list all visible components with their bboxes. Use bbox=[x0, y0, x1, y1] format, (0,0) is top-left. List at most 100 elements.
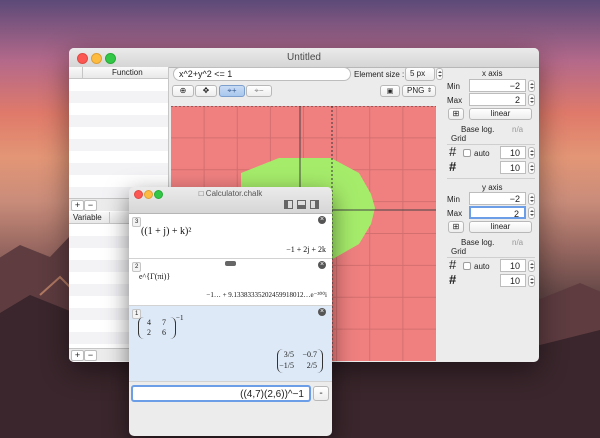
window-title: Untitled bbox=[287, 52, 321, 63]
delete-entry-icon[interactable]: × bbox=[318, 308, 326, 316]
element-size-value: 5 px bbox=[410, 69, 426, 78]
y-auto-checkbox[interactable] bbox=[463, 262, 471, 270]
x-scale-value: linear bbox=[490, 109, 511, 118]
calculator-title-bar: □ Calculator.chalk bbox=[129, 187, 332, 214]
x-base-log-value: n/a bbox=[512, 125, 524, 134]
y-grid-major-input[interactable]: 10 bbox=[500, 259, 526, 272]
grid-minor-icon: # bbox=[449, 159, 457, 174]
y-scale-select[interactable]: linear bbox=[469, 221, 532, 233]
layout-bottom-icon[interactable] bbox=[297, 200, 306, 209]
remove-function-button[interactable]: − bbox=[84, 200, 97, 211]
entry-input: e^{Γ(πi)} bbox=[139, 272, 171, 281]
crosshair-icon: ⊕ bbox=[179, 86, 187, 95]
matrix-cell: −1/5 bbox=[279, 361, 294, 370]
y-grid-minor-input[interactable]: 10 bbox=[500, 274, 526, 287]
y-min-label: Min bbox=[447, 195, 460, 204]
dropdown-arrows-icon: ⇕ bbox=[426, 88, 432, 94]
image-icon: ▣ bbox=[386, 88, 394, 95]
grid-minor-icon: # bbox=[449, 272, 457, 287]
move-tool-button[interactable]: ✥ bbox=[195, 85, 217, 97]
y-auto-label: auto bbox=[474, 262, 490, 271]
x-min-stepper[interactable] bbox=[528, 80, 535, 92]
zoom-in-tool-button[interactable]: ⌖+ bbox=[219, 85, 245, 97]
element-size-label: Element size : bbox=[354, 70, 405, 79]
layout-left-icon[interactable] bbox=[284, 200, 293, 209]
zoom-in-icon: ⌖+ bbox=[227, 86, 237, 95]
variable-column-header[interactable]: Variable bbox=[73, 213, 102, 222]
calc-entry-1[interactable]: 1 × 4 7 2 6 −1 3/5 −0.7 −1/5 2/5 bbox=[129, 306, 332, 382]
export-format-select[interactable]: PNG ⇕ bbox=[402, 85, 436, 97]
layout-right-icon[interactable] bbox=[310, 200, 319, 209]
move-icon: ✥ bbox=[202, 86, 210, 95]
matrix-cell: 2/5 bbox=[306, 361, 317, 370]
x-axis-title: x axis bbox=[482, 69, 503, 78]
add-function-button[interactable]: + bbox=[71, 200, 84, 211]
crosshair-tool-button[interactable]: ⊕ bbox=[172, 85, 194, 97]
entry-index: 3 bbox=[132, 217, 142, 227]
grid-major-icon: # bbox=[449, 257, 457, 272]
formula-input[interactable]: x^2+y^2 <= 1 bbox=[173, 67, 351, 81]
export-format-value: PNG bbox=[407, 86, 425, 95]
title-bar: Untitled bbox=[69, 48, 539, 68]
entry-index: 2 bbox=[132, 262, 142, 272]
calc-entry-2[interactable]: 2 × e^{Γ(πi)} −1… + 9.133833352024599180… bbox=[129, 259, 332, 306]
matrix-cell: 7 bbox=[162, 318, 166, 327]
y-grid-minor-stepper[interactable] bbox=[528, 275, 535, 287]
delete-entry-icon[interactable]: × bbox=[318, 261, 326, 269]
x-max-input[interactable]: 2 bbox=[469, 93, 526, 106]
x-grid-minor-input[interactable]: 10 bbox=[500, 161, 526, 174]
y-axis-title: y axis bbox=[482, 183, 503, 192]
y-max-label: Max bbox=[447, 209, 463, 218]
delete-entry-icon[interactable]: × bbox=[318, 216, 326, 224]
x-max-label: Max bbox=[447, 96, 463, 105]
x-auto-label: auto bbox=[474, 149, 490, 158]
x-grid-minor-stepper[interactable] bbox=[528, 162, 535, 174]
x-grid-major-input[interactable]: 10 bbox=[500, 146, 526, 159]
output-matrix: 3/5 −0.7 −1/5 2/5 bbox=[277, 349, 323, 373]
function-table-header: Function bbox=[69, 67, 168, 79]
matrix-exponent: −1 bbox=[176, 314, 184, 322]
zoom-out-tool-button[interactable]: ⌖− bbox=[246, 85, 272, 97]
y-min-input[interactable]: −2 bbox=[469, 192, 526, 205]
calc-entry-3[interactable]: 3 × ((1 + j) + k)² −1 + 2j + 2k bbox=[129, 214, 332, 259]
y-max-stepper[interactable] bbox=[528, 207, 535, 219]
element-size-stepper[interactable] bbox=[436, 68, 443, 80]
y-min-stepper[interactable] bbox=[528, 193, 535, 205]
input-matrix: 4 7 2 6 bbox=[138, 317, 176, 339]
x-max-stepper[interactable] bbox=[528, 94, 535, 106]
x-scale-select[interactable]: linear bbox=[469, 108, 532, 120]
x-grid-toggle-button[interactable]: ⊞ bbox=[448, 108, 464, 120]
add-variable-button[interactable]: + bbox=[71, 350, 84, 361]
y-base-log-label: Base log. bbox=[461, 238, 495, 247]
matrix-cell: −0.7 bbox=[302, 350, 317, 359]
y-grid-toggle-button[interactable]: ⊞ bbox=[448, 221, 464, 233]
function-column-header[interactable]: Function bbox=[112, 68, 143, 77]
zoom-out-icon: ⌖− bbox=[254, 86, 264, 95]
document-icon: □ bbox=[198, 189, 204, 198]
x-grid-major-stepper[interactable] bbox=[528, 147, 535, 159]
calculator-title: □ Calculator.chalk bbox=[129, 189, 332, 198]
x-auto-checkbox[interactable] bbox=[463, 149, 471, 157]
y-grid-label: Grid bbox=[451, 247, 467, 256]
y-grid-major-stepper[interactable] bbox=[528, 260, 535, 272]
x-min-input[interactable]: −2 bbox=[469, 79, 526, 92]
expand-handle-icon[interactable] bbox=[225, 261, 236, 266]
y-max-input[interactable]: 2 bbox=[469, 206, 526, 219]
remove-variable-button[interactable]: − bbox=[84, 350, 97, 361]
matrix-cell: 3/5 bbox=[283, 350, 294, 359]
calculator-minus-button[interactable]: - bbox=[313, 386, 329, 401]
y-scale-value: linear bbox=[490, 222, 511, 231]
x-grid-label: Grid bbox=[451, 134, 467, 143]
grid-major-icon: # bbox=[449, 144, 457, 159]
axis-settings-panel: x axis Min −2 Max 2 ⊞ linear Base log. n… bbox=[444, 67, 539, 362]
calculator-window: □ Calculator.chalk 3 × ((1 + j) + k)² −1… bbox=[129, 187, 332, 436]
x-min-label: Min bbox=[447, 82, 460, 91]
element-size-select[interactable]: 5 px bbox=[405, 67, 435, 81]
calculator-title-text: Calculator.chalk bbox=[205, 189, 263, 198]
y-base-log-value: n/a bbox=[512, 238, 524, 247]
calculator-input[interactable]: ((4,7)(2,6))^−1 bbox=[131, 385, 311, 402]
entry-input: ((1 + j) + k)² bbox=[141, 226, 192, 237]
x-base-log-label: Base log. bbox=[461, 125, 495, 134]
entry-output: −1 + 2j + 2k bbox=[286, 245, 326, 254]
export-image-button[interactable]: ▣ bbox=[380, 85, 400, 97]
